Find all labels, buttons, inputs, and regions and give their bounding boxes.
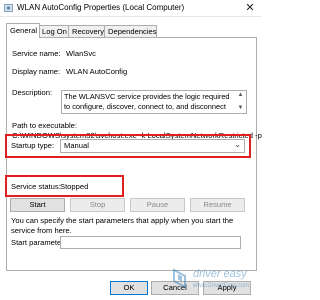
scroll-up-icon[interactable]: ▲ (236, 91, 245, 100)
watermark-logo: driver easy www.DriverEasy.com (171, 266, 255, 300)
watermark-url: www.DriverEasy.com (193, 283, 250, 289)
tab-general[interactable]: General (6, 23, 40, 38)
description-box[interactable]: The WLANSVC service provides the logic r… (61, 90, 247, 114)
pause-button[interactable]: Pause (130, 198, 185, 212)
ok-button[interactable]: OK (110, 281, 148, 295)
tab-dependencies[interactable]: Dependencies (104, 25, 157, 37)
tab-recovery[interactable]: Recovery (68, 25, 106, 37)
title-bar[interactable]: WLAN AutoConfig Properties (Local Comput… (0, 0, 261, 17)
watermark-icon (173, 268, 186, 289)
path-label: Path to executable: (12, 121, 78, 130)
resume-button[interactable]: Resume (190, 198, 245, 212)
startup-type-select[interactable]: Manual ⌄ (60, 139, 245, 153)
service-name-label: Service name: (12, 49, 61, 58)
service-name-value: WlanSvc (66, 49, 96, 58)
window-title: WLAN AutoConfig Properties (Local Comput… (17, 3, 185, 12)
display-name-label: Display name: (12, 67, 61, 76)
service-status-value: Stopped (60, 182, 89, 191)
start-button[interactable]: Start (10, 198, 65, 212)
tab-log-on[interactable]: Log On (38, 25, 69, 37)
scroll-down-icon[interactable]: ▼ (236, 104, 245, 113)
description-text: The WLANSVC service provides the logic r… (64, 92, 230, 111)
stop-button[interactable]: Stop (70, 198, 125, 212)
startup-type-label: Startup type: (11, 141, 55, 150)
start-params-hint: You can specify the start parameters tha… (11, 216, 234, 235)
start-params-input[interactable] (60, 236, 241, 249)
chevron-down-icon: ⌄ (234, 140, 241, 149)
startup-type-value: Manual (64, 141, 89, 150)
display-name-value: WLAN AutoConfig (66, 67, 128, 76)
close-icon[interactable]: ✕ (244, 2, 256, 14)
gear-icon (4, 4, 13, 12)
watermark-name: driver easy (193, 268, 247, 280)
description-label: Description: (12, 88, 53, 97)
service-status-label: Service status: (11, 182, 61, 191)
